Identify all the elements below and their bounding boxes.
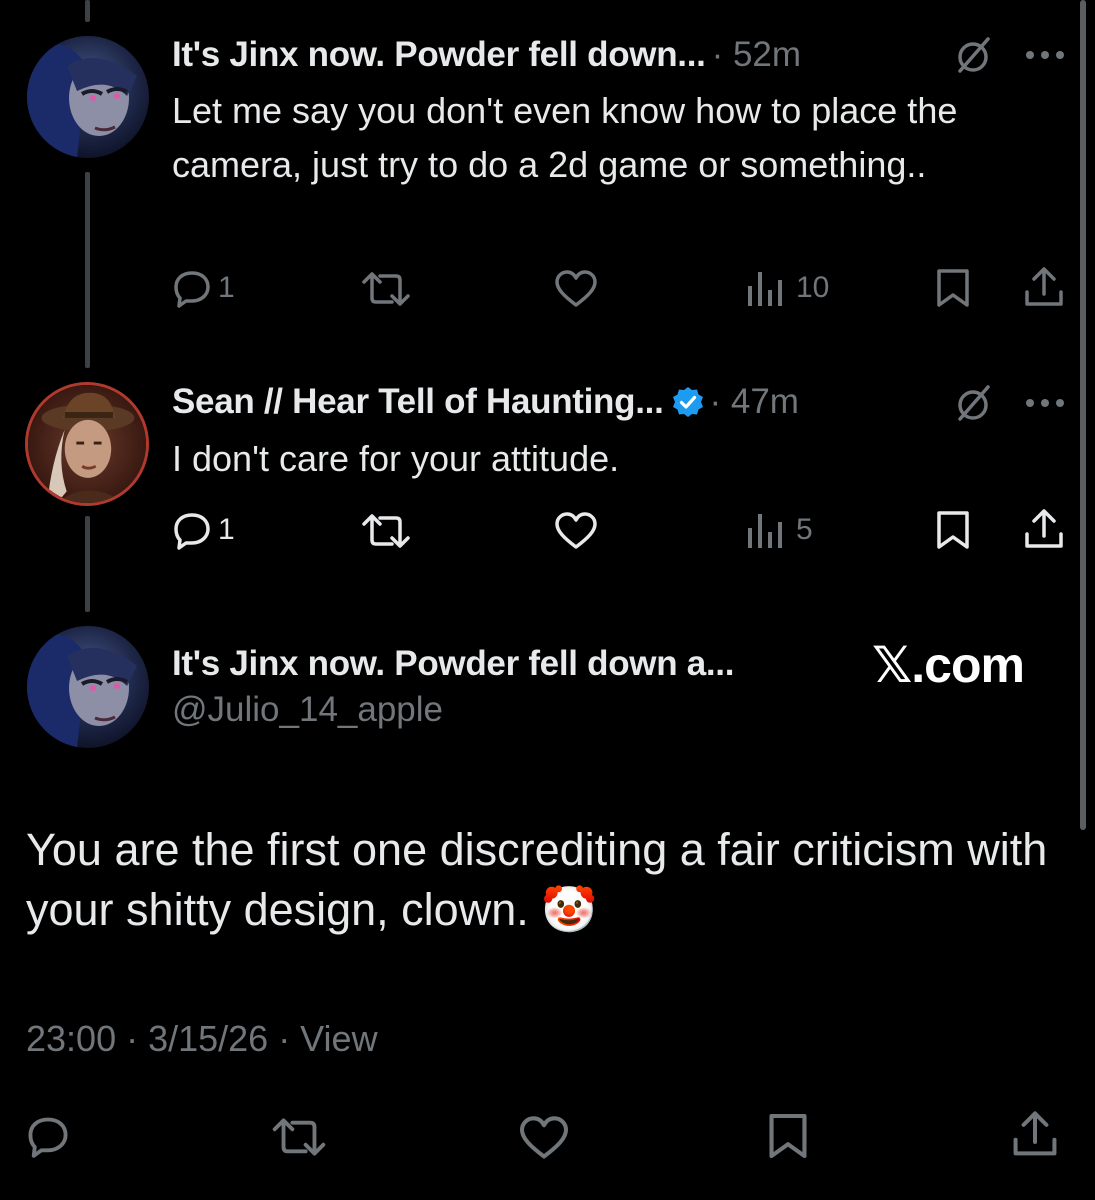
thread-line-1 [85, 172, 90, 368]
main-tweet-text: You are the first one discrediting a fai… [26, 820, 1056, 940]
mute-icon[interactable] [952, 34, 994, 76]
more-icon[interactable] [1024, 396, 1066, 410]
share-icon [1025, 267, 1063, 306]
more-icon[interactable] [1024, 48, 1066, 62]
reply-icon [28, 1117, 68, 1158]
jinx-avatar[interactable] [27, 36, 149, 158]
jinx-avatar[interactable] [27, 626, 149, 748]
reply-button[interactable]: 1 [172, 510, 235, 550]
cowboy-avatar[interactable] [25, 382, 149, 506]
verified-badge-icon [672, 387, 703, 417]
main-like-button[interactable] [518, 1116, 570, 1160]
views-icon [748, 272, 782, 306]
reply-text: Let me say you don't even know how to pl… [172, 90, 958, 185]
bookmark-icon [937, 269, 969, 307]
reply-text: I don't care for your attitude. [172, 438, 620, 479]
reply-button[interactable]: 1 [172, 268, 235, 308]
retweet-icon [272, 1118, 326, 1156]
share-icon [1013, 1111, 1057, 1156]
views-button[interactable]: 10 [746, 268, 829, 308]
main-retweet-button[interactable] [270, 1116, 328, 1158]
bookmark-button[interactable] [936, 510, 970, 550]
views-count: 10 [796, 271, 830, 304]
main-share-button[interactable] [1012, 1110, 1058, 1158]
main-author-handle[interactable]: @Julio_14_apple [172, 690, 443, 730]
retweet-icon [362, 514, 410, 548]
mute-icon[interactable] [952, 382, 994, 424]
retweet-icon [362, 272, 410, 306]
main-author-name[interactable]: It's Jinx now. Powder fell down a... [172, 644, 734, 684]
share-icon [1025, 509, 1063, 548]
main-text-body: You are the first one discrediting a fai… [26, 824, 1048, 935]
like-button[interactable] [554, 270, 598, 308]
thread-line-2 [85, 516, 90, 612]
thread-line-top [85, 0, 90, 22]
views-icon [748, 514, 782, 548]
reply-icon [174, 513, 210, 550]
main-timestamp[interactable]: 23:00 · 3/15/26 · View [26, 1018, 378, 1060]
clown-emoji: 🤡 [541, 884, 598, 935]
reply-icon [174, 271, 210, 308]
share-button[interactable] [1024, 266, 1064, 308]
bookmark-icon [769, 1113, 807, 1159]
reply-time[interactable]: · 52m [712, 35, 801, 75]
like-icon [555, 270, 597, 307]
views-count: 5 [796, 513, 813, 546]
views-button[interactable]: 5 [746, 510, 813, 550]
main-reply-button[interactable] [26, 1114, 70, 1158]
like-icon [519, 1116, 569, 1159]
like-icon [555, 512, 597, 549]
x-watermark: 𝕏.com [872, 637, 1025, 693]
bookmark-icon [937, 511, 969, 549]
like-button[interactable] [554, 512, 598, 550]
reply-count: 1 [218, 513, 235, 546]
retweet-button[interactable] [360, 512, 412, 550]
retweet-button[interactable] [360, 270, 412, 308]
reply-author-name[interactable]: Sean // Hear Tell of Haunting... [172, 382, 664, 422]
scrollbar[interactable] [1080, 0, 1086, 830]
reply-author-name[interactable]: It's Jinx now. Powder fell down... [172, 35, 706, 75]
bookmark-button[interactable] [936, 268, 970, 308]
reply-count: 1 [218, 271, 235, 304]
share-button[interactable] [1024, 508, 1064, 550]
main-bookmark-button[interactable] [768, 1112, 808, 1160]
reply-time[interactable]: · 47m [710, 382, 799, 422]
